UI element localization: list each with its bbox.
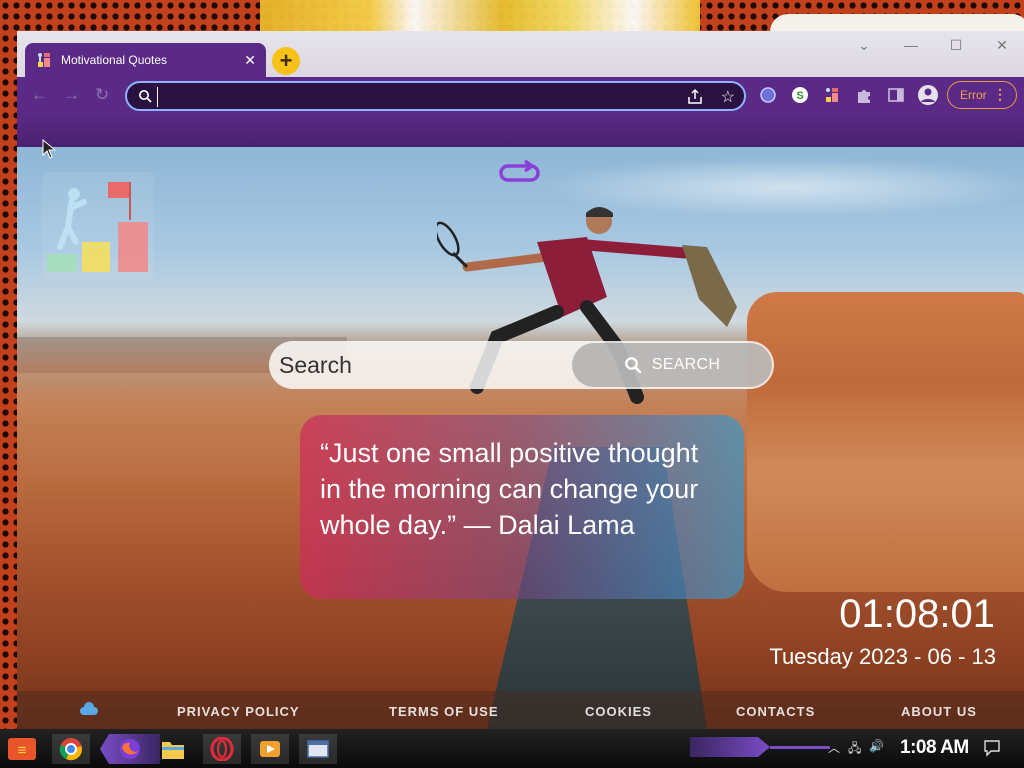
back-icon[interactable]: ← [31,85,48,105]
taskbar-opera[interactable] [203,734,241,764]
background-right-cliff [747,292,1024,592]
footer-link-privacy-policy[interactable]: PRIVACY POLICY [177,704,300,719]
search-button[interactable]: SEARCH [572,343,772,387]
mouse-cursor-icon [42,139,57,159]
browser-toolbar: ← → ↻ ☆ S Error ⋮ [17,77,1024,113]
notification-icon[interactable] [983,739,1001,757]
page-clock-time: 01:08:01 [839,592,995,636]
network-icon[interactable]: 🖧 [848,739,861,760]
taskbar-window-app[interactable] [299,734,337,764]
error-label: Error [960,88,987,102]
tab-search-icon[interactable]: ⌄ [850,37,878,54]
tab-strip: Motivational Quotes ✕ + ⌄ — ☐ ✕ [17,31,1024,77]
browser-window: Motivational Quotes ✕ + ⌄ — ☐ ✕ ← → ↻ ☆ [17,31,1024,729]
address-input[interactable] [157,87,677,107]
background-jumping-man [437,207,737,404]
search-input[interactable] [279,349,569,381]
minimize-icon[interactable]: — [897,37,925,53]
file-explorer-icon [162,742,184,759]
maximize-icon[interactable]: ☐ [942,37,970,54]
footer-link-cookies[interactable]: COOKIES [585,704,652,719]
globe-extension-icon[interactable] [759,86,777,104]
taskbar-decoration [690,737,770,757]
sidepanel-icon[interactable] [887,86,905,104]
search-bar: SEARCH [269,341,774,389]
tab-title: Motivational Quotes [61,53,168,67]
tab-motivational-quotes[interactable]: Motivational Quotes ✕ [25,43,266,77]
bookmark-bar [17,113,1024,147]
show-hidden-icons-icon[interactable]: ︿ [828,739,840,760]
new-tab-button[interactable]: + [272,47,300,75]
wallpaper-art [260,0,700,32]
search-icon [624,357,642,374]
address-bar[interactable]: ☆ [125,81,746,111]
quote-card: “Just one small positive thought in the … [300,415,744,599]
motivation-logo [42,172,154,280]
reload-icon[interactable]: ↻ [95,85,109,105]
footer-link-terms-of-use[interactable]: TERMS OF USE [389,704,499,719]
error-button[interactable]: Error ⋮ [947,81,1017,109]
firefox-icon [120,739,140,759]
media-player-icon [260,741,280,757]
menu-kebab-icon: ⋮ [993,86,1007,102]
taskbar: ≡ ︿ 🖧 🔊 1:08 AM [0,729,1024,768]
search-button-label: SEARCH [651,356,721,373]
refresh-icon[interactable] [499,159,541,185]
bookmark-star-icon[interactable]: ☆ [721,87,735,107]
start-icon[interactable]: ≡ [6,734,38,764]
quote-text: “Just one small positive thought in the … [320,438,699,540]
taskbar-decoration-line [770,746,830,749]
taskbar-media-player[interactable] [251,734,289,764]
page-clock-date: Tuesday 2023 - 06 - 13 [769,644,996,669]
taskbar-firefox[interactable] [100,734,160,764]
window-app-icon [307,740,329,758]
taskbar-file-explorer[interactable] [154,734,192,764]
close-tab-icon[interactable]: ✕ [244,52,256,69]
wallpaper-art-cloud [770,14,1024,32]
svg-text:≡: ≡ [18,742,27,759]
footer-link-contacts[interactable]: CONTACTS [736,704,815,719]
search-icon [139,90,152,103]
taskbar-chrome[interactable] [52,734,90,764]
footer-link-about-us[interactable]: ABOUT US [901,704,977,719]
volume-icon[interactable]: 🔊 [869,739,884,760]
chrome-icon [59,738,82,761]
svg-text:S: S [796,90,803,102]
forward-icon[interactable]: → [63,85,80,105]
s-extension-icon[interactable]: S [791,86,809,104]
page-footer: PRIVACY POLICY TERMS OF USE COOKIES CONT… [17,691,1024,729]
puzzle-icon[interactable] [855,86,873,104]
opera-icon [210,737,234,761]
motivation-logo-icon [38,53,50,67]
motivational-newtab-page: SEARCH “Just one small positive thought … [17,147,1024,729]
motivation-extension-icon[interactable] [823,86,841,104]
weather-cloud-icon[interactable] [79,702,99,716]
share-icon[interactable] [686,88,704,106]
taskbar-clock[interactable]: 1:08 AM [900,737,969,759]
system-tray: ︿ 🖧 🔊 [828,739,884,760]
close-window-icon[interactable]: ✕ [988,37,1016,54]
plus-icon: + [279,48,293,73]
profile-icon[interactable] [917,84,939,106]
